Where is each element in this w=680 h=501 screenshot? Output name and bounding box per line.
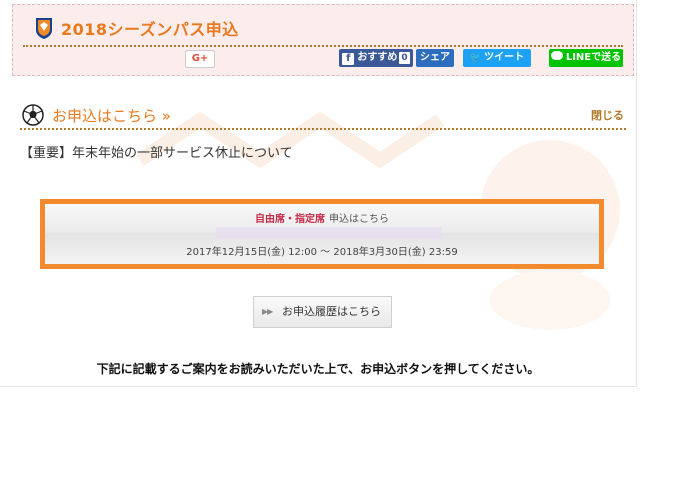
facebook-label: おすすめ bbox=[357, 52, 398, 63]
team-crest-icon bbox=[36, 18, 52, 39]
double-arrow-icon: ▶▶ bbox=[262, 307, 273, 316]
instruction-text: 下記に記載するご案内をお読みいただいた上で、お申込ボタンを押してください。 bbox=[96, 362, 540, 376]
important-notice-link[interactable]: 【重要】年末年始の一部サービス休止について bbox=[20, 142, 293, 161]
close-link[interactable]: 閉じる bbox=[591, 107, 624, 123]
google-plus-button[interactable]: G+ bbox=[185, 50, 215, 68]
soccer-ball-icon bbox=[22, 104, 44, 126]
apply-button[interactable]: 自由席・指定席 申込はこちら 2017年12月15日(金) 12:00 ～ 201… bbox=[40, 199, 604, 269]
tweet-label: ツイート bbox=[484, 52, 525, 63]
facebook-icon: f bbox=[342, 53, 355, 65]
apply-text: 申込はこちら bbox=[329, 214, 389, 225]
history-button-label: お申込履歴はこちら bbox=[282, 305, 381, 318]
apply-highlight-band bbox=[216, 227, 442, 239]
application-history-button[interactable]: ▶▶ お申込履歴はこちら bbox=[253, 296, 392, 328]
apply-section-header: お申込はこちら » 閉じる bbox=[20, 102, 626, 130]
facebook-like-button[interactable]: f おすすめ 0 bbox=[339, 49, 413, 67]
line-icon bbox=[550, 51, 563, 60]
section-title: お申込はこちら » bbox=[52, 107, 171, 125]
share-button[interactable]: シェア bbox=[416, 49, 454, 67]
page-container: 2018シーズンパス申込 G+ f おすすめ 0 シェア 🐦 ツイート LINEで送る… bbox=[0, 0, 637, 387]
tweet-button[interactable]: 🐦 ツイート bbox=[463, 49, 531, 67]
twitter-bird-icon: 🐦 bbox=[469, 53, 482, 63]
page-header: 2018シーズンパス申込 G+ bbox=[12, 4, 634, 76]
header-title-row: 2018シーズンパス申込 bbox=[23, 13, 623, 47]
apply-heading: 自由席・指定席 申込はこちら bbox=[45, 210, 599, 225]
apply-period: 2017年12月15日(金) 12:00 ～ 2018年3月30日(金) 23:… bbox=[186, 247, 458, 258]
line-label: LINEで送る bbox=[565, 52, 622, 63]
page-title: 2018シーズンパス申込 bbox=[61, 20, 239, 39]
seat-type-label: 自由席・指定席 bbox=[255, 214, 325, 225]
line-share-button[interactable]: LINEで送る bbox=[549, 49, 623, 67]
facebook-count: 0 bbox=[399, 52, 410, 64]
